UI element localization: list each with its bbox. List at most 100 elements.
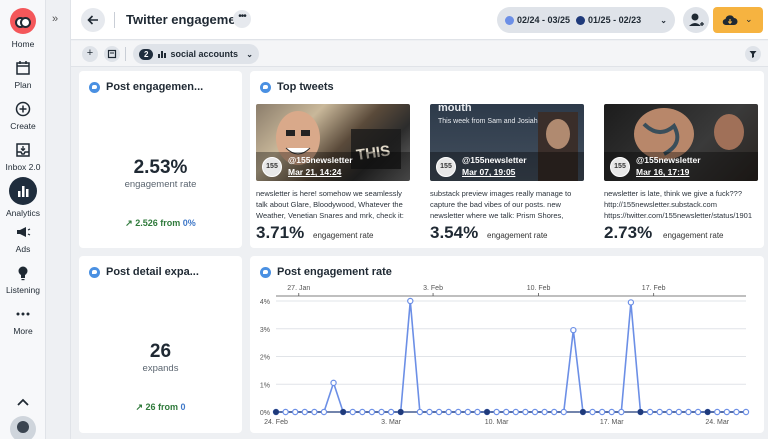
share-user-button[interactable] bbox=[683, 7, 709, 33]
engagement-delta-value: 2.526 bbox=[135, 218, 158, 228]
data-point bbox=[416, 408, 424, 416]
rail-listening-label: Listening bbox=[5, 285, 41, 295]
rail-item-listening[interactable]: Listening bbox=[0, 265, 46, 295]
engagement-title: Post engagemen... bbox=[106, 81, 204, 93]
tweet-item[interactable]: mouth This week from Sam and Josiah 155 … bbox=[430, 104, 584, 242]
tweet-item[interactable]: 155 @155newsletter Mar 16, 17:19 newslet… bbox=[604, 104, 758, 242]
card-title: Post engagemen... bbox=[89, 81, 203, 93]
export-button[interactable]: ⌄ bbox=[713, 7, 763, 33]
x-tick-label: 24. Mar bbox=[705, 419, 729, 426]
x-tick-label: 10. Mar bbox=[485, 419, 509, 426]
lightbulb-icon bbox=[18, 266, 28, 281]
tweet-image: 155 @155newsletter Mar 16, 17:19 bbox=[604, 104, 758, 181]
expands-label: expands bbox=[142, 363, 179, 374]
social-accounts-dropdown[interactable]: 2 social accounts ⌄ bbox=[133, 44, 259, 64]
rail-item-ads[interactable]: Ads bbox=[0, 224, 46, 254]
card-title: Top tweets bbox=[260, 81, 334, 93]
rail-item-plan[interactable]: Plan bbox=[0, 60, 46, 90]
x-tick-label: 3. Mar bbox=[381, 419, 402, 426]
data-point bbox=[618, 408, 625, 416]
rail-item-inbox[interactable]: Inbox 2.0 bbox=[0, 142, 46, 172]
y-tick-label: 4% bbox=[260, 299, 270, 306]
left-rail: Home Plan Create Inbox 2.0 Analytics Ads… bbox=[0, 0, 46, 439]
expand-sidebar-icon[interactable]: » bbox=[52, 13, 64, 25]
compare-period-dot bbox=[576, 15, 586, 25]
tweet-text: newsletter is here! somehow we seamlessl… bbox=[256, 189, 404, 220]
expands-title: Post detail expa... bbox=[106, 266, 199, 278]
tweet-handle: @155newsletter bbox=[288, 155, 353, 165]
tweet-item[interactable]: THIS 155 @155newsletter Mar 21, 14:24 ne… bbox=[256, 104, 410, 242]
rail-item-analytics[interactable]: Analytics bbox=[0, 177, 46, 218]
data-point bbox=[598, 408, 606, 416]
compare-point bbox=[273, 409, 279, 415]
report-settings-icon[interactable] bbox=[104, 46, 120, 62]
compare-point bbox=[637, 409, 644, 415]
tweet-date-link[interactable]: Mar 16, 17:19 bbox=[636, 167, 689, 177]
tweet-handle: @155newsletter bbox=[636, 155, 701, 165]
bar-chart-icon bbox=[158, 51, 167, 58]
chevron-down-icon: ⌄ bbox=[745, 14, 753, 24]
data-point bbox=[666, 408, 673, 416]
tweet-avatar: 155 bbox=[610, 157, 630, 177]
header-divider bbox=[114, 12, 115, 28]
y-tick-label: 3% bbox=[260, 327, 270, 334]
megaphone-icon bbox=[17, 227, 31, 237]
user-avatar[interactable] bbox=[10, 416, 36, 439]
filter-button[interactable] bbox=[745, 46, 761, 62]
expands-delta: ↗ 26 from 0 bbox=[79, 402, 242, 413]
expands-from-word: from bbox=[158, 402, 179, 412]
rail-home-label[interactable]: Home bbox=[0, 39, 46, 49]
compare-point bbox=[340, 409, 347, 415]
rail-ads-label: Ads bbox=[15, 244, 31, 254]
compare-point bbox=[579, 409, 586, 415]
more-options-button[interactable]: ••• bbox=[233, 10, 251, 28]
engagement-from-word: from bbox=[160, 218, 181, 228]
top-tweets-card: Top tweets THIS 155 @155newsletter Mar 2… bbox=[250, 71, 764, 248]
tweet-date-link[interactable]: Mar 07, 19:05 bbox=[462, 167, 515, 177]
trend-up-icon: ↗ bbox=[135, 402, 143, 412]
date-range-picker[interactable]: 02/24 - 03/25 01/25 - 02/23 ⌄ bbox=[497, 7, 675, 33]
back-button[interactable] bbox=[81, 8, 105, 32]
expands-prev-value: 0 bbox=[180, 402, 186, 412]
date-compare: 01/25 - 02/23 bbox=[588, 15, 642, 25]
data-point bbox=[550, 408, 558, 416]
data-point bbox=[311, 408, 318, 416]
rail-item-more[interactable]: More bbox=[0, 306, 46, 336]
add-widget-icon[interactable]: + bbox=[82, 46, 98, 62]
plus-circle-icon bbox=[15, 101, 31, 117]
compare-point bbox=[704, 409, 711, 415]
data-point bbox=[445, 408, 452, 416]
rail-item-create[interactable]: Create bbox=[0, 101, 46, 131]
analytics-icon bbox=[9, 177, 37, 205]
tweet-date-link[interactable]: Mar 21, 14:24 bbox=[288, 167, 341, 177]
tweet-text: newsletter is late, think we give a fuck… bbox=[604, 189, 752, 220]
data-point bbox=[512, 408, 519, 416]
data-point bbox=[723, 408, 731, 416]
data-point bbox=[359, 408, 366, 416]
tweet-rate-label: engagement rate bbox=[487, 231, 548, 240]
data-point bbox=[387, 408, 395, 416]
page-title: Twitter engagement bbox=[126, 12, 248, 27]
x-tick-label: 17. Mar bbox=[600, 419, 624, 426]
data-point bbox=[570, 326, 577, 334]
chevron-down-icon: ⌄ bbox=[660, 15, 667, 25]
post-engagement-card: Post engagemen... 2.53% engagement rate … bbox=[79, 71, 242, 248]
trend-up-icon: ↗ bbox=[125, 218, 133, 228]
data-point bbox=[378, 408, 385, 416]
data-point bbox=[426, 408, 433, 416]
engagement-label: engagement rate bbox=[124, 179, 197, 190]
rail-plan-label: Plan bbox=[14, 80, 32, 90]
data-point bbox=[407, 297, 414, 305]
rail-more-label: More bbox=[13, 326, 33, 336]
post-detail-expands-card: Post detail expa... 26 expands ↗ 26 from… bbox=[79, 256, 242, 433]
tweet-avatar: 155 bbox=[262, 157, 282, 177]
owl-logo-icon[interactable] bbox=[10, 8, 36, 34]
x-tick-label: 24. Feb bbox=[264, 419, 288, 426]
data-point bbox=[685, 408, 692, 416]
top-tweets-title: Top tweets bbox=[277, 81, 334, 93]
data-point bbox=[608, 408, 615, 416]
chevron-up-icon[interactable] bbox=[15, 396, 31, 408]
data-point bbox=[320, 408, 328, 416]
tweet-handle: @155newsletter bbox=[462, 155, 527, 165]
tweet-image: mouth This week from Sam and Josiah 155 … bbox=[430, 104, 584, 181]
